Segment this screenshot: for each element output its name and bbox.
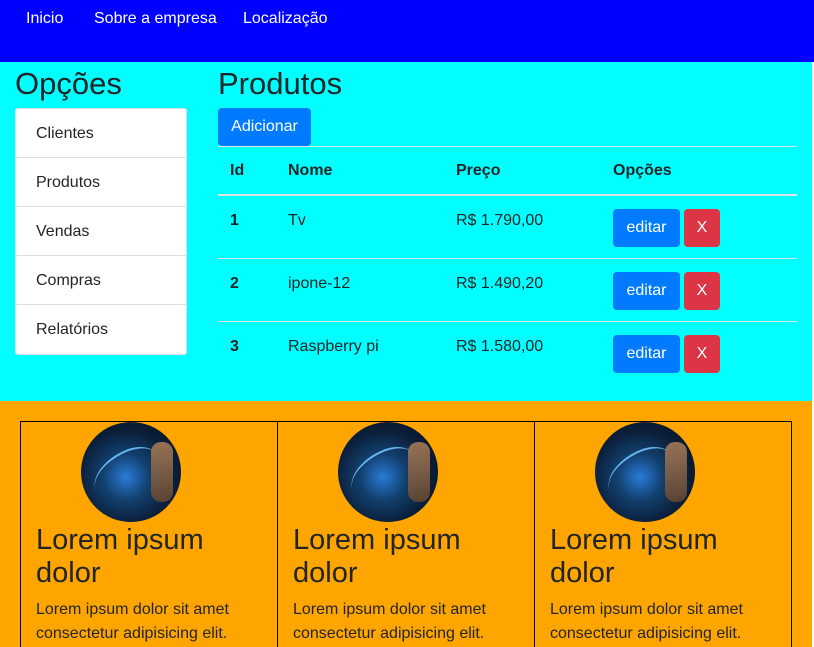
delete-button[interactable]: X [684, 335, 720, 373]
cell-nome: ipone-12 [288, 275, 351, 292]
cell-preco: R$ 1.490,20 [456, 275, 544, 292]
sidebar-item-vendas[interactable]: Vendas [16, 207, 186, 256]
cell-id: 3 [230, 338, 239, 355]
nav-link-inicio[interactable]: Inicio [26, 10, 63, 28]
sidebar-title: Opções [15, 66, 122, 101]
page-title: Produtos [218, 66, 343, 101]
card-title: Lorem ipsum dolor [293, 524, 461, 589]
cell-nome: Tv [288, 212, 306, 229]
sidebar-item-clientes[interactable]: Clientes [16, 109, 186, 158]
top-navbar: Inicio Sobre a empresa Localização [0, 0, 814, 62]
delete-button[interactable]: X [684, 209, 720, 247]
edit-button[interactable]: editar [613, 335, 680, 373]
nav-link-localizacao[interactable]: Localização [243, 10, 328, 28]
card-title: Lorem ipsum dolor [550, 524, 718, 589]
table-row: 2 ipone-12 R$ 1.490,20 editar X [218, 259, 797, 322]
card-image [81, 422, 181, 522]
sidebar-item-produtos[interactable]: Produtos [16, 158, 186, 207]
card-image [595, 422, 695, 522]
card: Lorem ipsum dolor Lorem ipsum dolor sit … [277, 421, 535, 647]
cell-preco: R$ 1.790,00 [456, 212, 544, 229]
cell-id: 2 [230, 275, 239, 292]
card-title: Lorem ipsum dolor [36, 524, 204, 589]
sidebar-item-compras[interactable]: Compras [16, 256, 186, 305]
products-table: Id Nome Preço Opções 1 Tv R$ 1.790,00 ed… [218, 146, 797, 385]
edit-button[interactable]: editar [613, 209, 680, 247]
card-text: Lorem ipsum dolor sit amet consectetur a… [293, 601, 486, 642]
card-text: Lorem ipsum dolor sit amet consectetur a… [550, 601, 743, 642]
table-row: 1 Tv R$ 1.790,00 editar X [218, 196, 797, 259]
table-header: Id Nome Preço Opções [218, 146, 797, 196]
card-image [338, 422, 438, 522]
sidebar-item-relatorios[interactable]: Relatórios [16, 305, 186, 354]
cell-nome: Raspberry pi [288, 338, 379, 355]
main-section: Opções Clientes Produtos Vendas Compras … [0, 62, 812, 401]
delete-button[interactable]: X [684, 272, 720, 310]
header-id: Id [230, 162, 245, 179]
card: Lorem ipsum dolor Lorem ipsum dolor sit … [20, 421, 278, 647]
cell-preco: R$ 1.580,00 [456, 338, 544, 355]
add-product-button[interactable]: Adicionar [218, 108, 311, 146]
sidebar-list: Clientes Produtos Vendas Compras Relatór… [15, 108, 187, 355]
card: Lorem ipsum dolor Lorem ipsum dolor sit … [534, 421, 792, 647]
table-row: 3 Raspberry pi R$ 1.580,00 editar X [218, 322, 797, 385]
header-nome: Nome [288, 162, 333, 179]
card-text: Lorem ipsum dolor sit amet consectetur a… [36, 601, 229, 642]
cell-id: 1 [230, 212, 239, 229]
cards-section: Lorem ipsum dolor Lorem ipsum dolor sit … [0, 401, 812, 647]
edit-button[interactable]: editar [613, 272, 680, 310]
header-opcoes: Opções [613, 162, 672, 179]
nav-link-sobre[interactable]: Sobre a empresa [94, 10, 217, 28]
header-preco: Preço [456, 162, 501, 179]
